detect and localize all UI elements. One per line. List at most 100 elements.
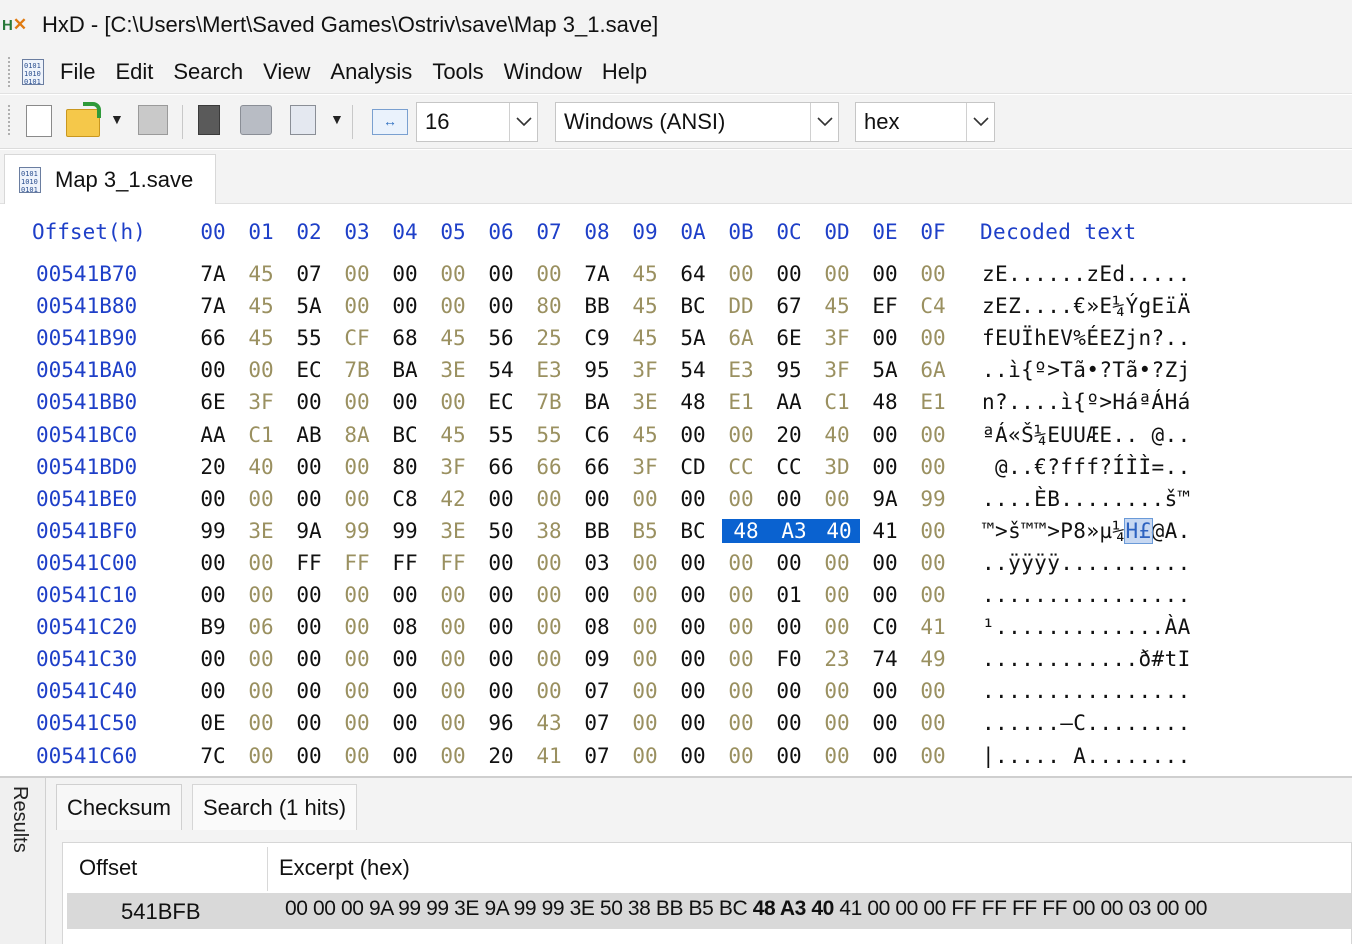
- byte-cell[interactable]: 00: [722, 744, 760, 768]
- byte-cell[interactable]: 00: [674, 679, 712, 703]
- byte-cell[interactable]: 07: [578, 711, 616, 735]
- byte-cell[interactable]: 54: [674, 358, 712, 382]
- byte-cell[interactable]: 00: [914, 711, 952, 735]
- byte-cell[interactable]: 3E: [242, 519, 280, 543]
- hex-row[interactable]: 00541C40 00 00 00 00 00 00 00 00 07 00 00 00 00 00 00 00…: [0, 679, 1352, 711]
- decoded-text[interactable]: @..€?fff?ÍÌÌ=..: [982, 455, 1191, 479]
- decoded-text-selection[interactable]: H£: [1124, 517, 1153, 544]
- row-offset[interactable]: 00541B70: [36, 262, 137, 286]
- byte-cell[interactable]: 00: [530, 615, 568, 639]
- byte-cell[interactable]: 00: [338, 262, 376, 286]
- byte-cell[interactable]: 00: [434, 679, 472, 703]
- byte-cell[interactable]: E1: [722, 390, 760, 414]
- byte-cell[interactable]: EC: [482, 390, 520, 414]
- byte-cell[interactable]: 00: [242, 647, 280, 671]
- byte-cell[interactable]: 00: [674, 615, 712, 639]
- byte-cell[interactable]: 00: [242, 744, 280, 768]
- byte-cell[interactable]: 00: [866, 455, 904, 479]
- decoded-text[interactable]: ................: [982, 583, 1191, 607]
- byte-cell[interactable]: 07: [578, 744, 616, 768]
- byte-cell[interactable]: 3E: [434, 358, 472, 382]
- byte-cell[interactable]: 43: [530, 711, 568, 735]
- bytes-per-row-select[interactable]: 16: [416, 102, 538, 142]
- byte-cell[interactable]: BB: [578, 519, 616, 543]
- hex-row[interactable]: 00541C20 B9 06 00 00 08 00 00 00 08 00 00 00 00 00 C0 41…: [0, 615, 1352, 647]
- byte-cell[interactable]: 00: [194, 551, 232, 575]
- byte-column-header[interactable]: 09: [626, 220, 664, 244]
- byte-cell[interactable]: 9A: [290, 519, 328, 543]
- byte-cell[interactable]: 00: [914, 744, 952, 768]
- document-icon[interactable]: 0101 1010 0101: [22, 58, 44, 86]
- byte-cell[interactable]: 00: [530, 262, 568, 286]
- byte-column-header[interactable]: 0D: [818, 220, 856, 244]
- byte-cell[interactable]: 00: [530, 647, 568, 671]
- tools-dropdown-arrow-icon[interactable]: ▼: [330, 111, 344, 127]
- byte-column-header[interactable]: 02: [290, 220, 328, 244]
- hex-row[interactable]: 00541B90 66 45 55 CF 68 45 56 25 C9 45 5A 6A 6E 3F 00 00…: [0, 326, 1352, 358]
- byte-cell[interactable]: 74: [866, 647, 904, 671]
- selected-byte-cell[interactable]: 40: [818, 518, 860, 543]
- decoded-text[interactable]: zE......zEd.....: [982, 262, 1191, 286]
- hex-editor-view[interactable]: Offset(h) 00 01 02 03 04 05 06 07 08 09 0A 0B 0C 0D 0E 0…: [0, 204, 1352, 776]
- byte-cell[interactable]: 00: [242, 551, 280, 575]
- menu-search[interactable]: Search: [163, 59, 253, 85]
- byte-cell[interactable]: 48: [866, 390, 904, 414]
- byte-cell[interactable]: 41: [530, 744, 568, 768]
- hex-row[interactable]: 00541BD0 20 40 00 00 80 3F 66 66 66 3F CD CC CC 3D 00 00…: [0, 455, 1352, 487]
- byte-cell[interactable]: 00: [434, 647, 472, 671]
- byte-column-header[interactable]: 08: [578, 220, 616, 244]
- save-icon[interactable]: [138, 105, 168, 135]
- byte-cell[interactable]: 00: [674, 711, 712, 735]
- byte-cell[interactable]: 00: [914, 583, 952, 607]
- byte-cell[interactable]: 99: [194, 519, 232, 543]
- byte-cell[interactable]: 80: [386, 455, 424, 479]
- open-ram-icon[interactable]: [198, 105, 220, 135]
- byte-column-header[interactable]: 07: [530, 220, 568, 244]
- byte-cell[interactable]: 6A: [722, 326, 760, 350]
- selected-byte-cell[interactable]: A3: [770, 518, 818, 543]
- byte-cell[interactable]: E3: [722, 358, 760, 382]
- hex-row[interactable]: 00541BB0 6E 3F 00 00 00 00 EC 7B BA 3E 48 E1 AA C1 48 E1…: [0, 390, 1352, 422]
- tab-search-results[interactable]: Search (1 hits): [192, 784, 358, 830]
- byte-cell[interactable]: 20: [194, 455, 232, 479]
- row-offset[interactable]: 00541C40: [36, 679, 137, 703]
- byte-column-header[interactable]: 00: [194, 220, 232, 244]
- byte-cell[interactable]: 00: [626, 711, 664, 735]
- byte-cell[interactable]: 00: [722, 487, 760, 511]
- byte-cell[interactable]: E1: [914, 390, 952, 414]
- byte-cell[interactable]: FF: [290, 551, 328, 575]
- byte-cell[interactable]: 06: [242, 615, 280, 639]
- byte-column-header[interactable]: 0E: [866, 220, 904, 244]
- row-offset[interactable]: 00541BF0: [36, 519, 137, 543]
- byte-cell[interactable]: BC: [674, 294, 712, 318]
- byte-cell[interactable]: 00: [818, 615, 856, 639]
- byte-cell[interactable]: 8A: [338, 423, 376, 447]
- byte-cell[interactable]: 00: [866, 551, 904, 575]
- byte-cell[interactable]: 45: [626, 262, 664, 286]
- byte-cell[interactable]: 00: [434, 262, 472, 286]
- byte-cell[interactable]: 5A: [866, 358, 904, 382]
- column-divider[interactable]: [267, 847, 268, 891]
- byte-cell[interactable]: 00: [866, 326, 904, 350]
- byte-cell[interactable]: 08: [386, 615, 424, 639]
- hex-row[interactable]: 00541C30 00 00 00 00 00 00 00 00 09 00 00 00 F0 23 74 49…: [0, 647, 1352, 679]
- byte-cell[interactable]: 00: [674, 551, 712, 575]
- byte-cell[interactable]: C1: [818, 390, 856, 414]
- byte-cell[interactable]: 45: [626, 423, 664, 447]
- byte-cell[interactable]: 45: [434, 423, 472, 447]
- byte-cell[interactable]: 3F: [818, 358, 856, 382]
- byte-cell[interactable]: 00: [386, 711, 424, 735]
- byte-cell[interactable]: 99: [338, 519, 376, 543]
- byte-cell[interactable]: 95: [770, 358, 808, 382]
- byte-cell[interactable]: 00: [434, 615, 472, 639]
- hex-row[interactable]: 00541BC0 AA C1 AB 8A BC 45 55 55 C6 45 00 00 20 40 00 00…: [0, 423, 1352, 455]
- byte-cell[interactable]: 45: [242, 262, 280, 286]
- byte-cell[interactable]: BB: [578, 294, 616, 318]
- byte-cell[interactable]: 3E: [626, 390, 664, 414]
- row-offset[interactable]: 00541B90: [36, 326, 137, 350]
- byte-cell[interactable]: 55: [530, 423, 568, 447]
- byte-cell[interactable]: 00: [770, 744, 808, 768]
- byte-cell[interactable]: 00: [626, 615, 664, 639]
- decoded-text[interactable]: ......–C........: [982, 711, 1191, 735]
- byte-cell[interactable]: 00: [626, 647, 664, 671]
